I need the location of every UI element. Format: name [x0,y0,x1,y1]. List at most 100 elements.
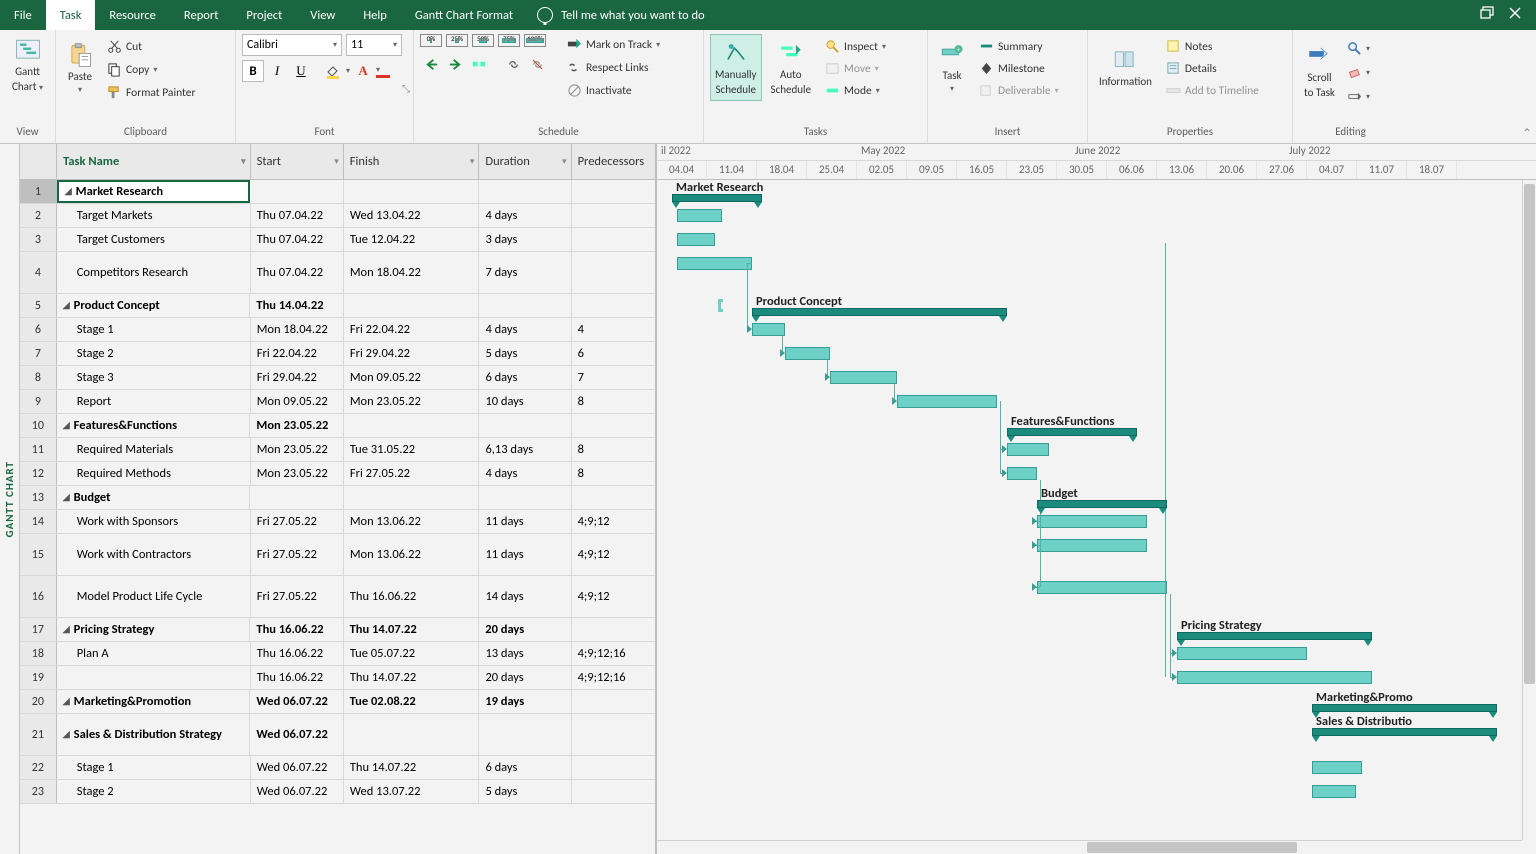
cell-finish[interactable]: Tue 12.04.22 [344,228,480,251]
cell-taskname[interactable]: ◢Budget [57,486,251,509]
cell-finish[interactable] [344,180,480,203]
cell-finish[interactable] [344,714,480,755]
cell-predecessors[interactable]: 4;9;12;16 [572,666,655,689]
cell-start[interactable]: Wed 06.07.22 [251,780,344,803]
cell-duration[interactable]: 6,13 days [479,438,571,461]
table-row[interactable]: 3Target CustomersThu 07.04.22Tue 12.04.2… [20,228,655,252]
cell-finish[interactable]: Wed 13.04.22 [344,204,480,227]
table-row[interactable]: 10◢Features&FunctionsMon 23.05.22 [20,414,655,438]
table-row[interactable]: 2Target MarketsThu 07.04.22Wed 13.04.224… [20,204,655,228]
cell-taskname[interactable]: Work with Sponsors [57,510,251,533]
font-name-select[interactable]: Calibri▾ [242,34,342,56]
percent-0%[interactable]: 0% [420,34,442,47]
cell-start[interactable]: Wed 06.07.22 [250,690,343,713]
row-number[interactable]: 13 [20,486,57,509]
cell-taskname[interactable]: Model Product Life Cycle [57,576,251,617]
table-row[interactable]: 11Required MaterialsMon 23.05.22Tue 31.0… [20,438,655,462]
task-bar[interactable] [1177,671,1372,684]
tab-report[interactable]: Report [170,0,233,30]
cell-start[interactable]: Fri 27.05.22 [251,576,344,617]
task-bar[interactable] [897,395,997,408]
gantt-scroll-h[interactable] [657,840,1522,854]
cell-taskname[interactable]: ◢Features&Functions [57,414,251,437]
row-number[interactable]: 18 [20,642,57,665]
cell-finish[interactable] [344,294,480,317]
cell-duration[interactable]: 6 days [479,366,571,389]
cut-button[interactable]: Cut [102,36,200,57]
cell-start[interactable]: Mon 23.05.22 [251,438,344,461]
cell-start[interactable]: Mon 23.05.22 [251,462,344,485]
row-number[interactable]: 15 [20,534,57,575]
percent-50%[interactable]: 50% [472,34,494,47]
task-bar[interactable] [1007,467,1037,480]
outdent-button[interactable] [420,53,442,75]
row-number[interactable]: 14 [20,510,57,533]
cell-taskname[interactable]: Required Methods [57,462,251,485]
cell-duration[interactable] [479,414,571,437]
cell-start[interactable]: Thu 07.04.22 [251,204,344,227]
cell-taskname[interactable]: Plan A [57,642,251,665]
tell-me[interactable]: Tell me what you want to do [537,7,705,23]
cell-duration[interactable]: 20 days [479,666,571,689]
cell-taskname[interactable]: Competitors Research [57,252,251,293]
row-number[interactable]: 5 [20,294,57,317]
underline-button[interactable]: U [290,60,312,82]
cell-taskname[interactable]: Stage 2 [57,342,251,365]
cell-predecessors[interactable] [572,252,655,293]
milestone-button[interactable]: Milestone [974,58,1064,79]
cell-start[interactable]: Thu 16.06.22 [251,666,344,689]
bold-button[interactable]: B [242,60,264,82]
summary-bar[interactable] [752,308,1007,316]
italic-button[interactable]: I [266,60,288,82]
row-number[interactable]: 8 [20,366,57,389]
details-button[interactable]: Details [1161,58,1264,79]
cell-predecessors[interactable]: 4;9;12;16 [572,642,655,665]
rownum-header[interactable] [20,144,57,179]
respect-links-button[interactable]: Respect Links [562,57,665,78]
tab-help[interactable]: Help [349,0,400,30]
col-duration[interactable]: Duration▾ [479,144,571,179]
cell-finish[interactable]: Fri 29.04.22 [344,342,480,365]
cell-finish[interactable]: Mon 13.06.22 [344,534,480,575]
cell-duration[interactable]: 10 days [479,390,571,413]
cell-duration[interactable]: 5 days [479,780,571,803]
task-bar[interactable] [1312,785,1356,798]
table-row[interactable]: 6Stage 1Mon 18.04.22Fri 22.04.224 days4 [20,318,655,342]
gantt-chart-button[interactable]: Gantt Chart ▾ [6,34,49,96]
summary-button[interactable]: Summary [974,36,1064,57]
add-to-timeline-button[interactable]: Add to Timeline [1161,80,1264,101]
cell-duration[interactable]: 5 days [479,342,571,365]
inactivate-button[interactable]: Inactivate [562,80,665,101]
link-tasks-button[interactable] [502,53,524,75]
row-number[interactable]: 20 [20,690,57,713]
deliverable-button[interactable]: Deliverable ▾ [974,80,1064,101]
tab-task[interactable]: Task [46,0,96,30]
cell-finish[interactable]: Thu 14.07.22 [344,756,480,779]
cell-finish[interactable]: Mon 13.06.22 [344,510,480,533]
cell-predecessors[interactable]: 8 [572,390,655,413]
cell-start[interactable] [250,180,343,203]
font-color-button[interactable]: A [352,60,374,82]
cell-start[interactable]: Fri 29.04.22 [251,366,344,389]
close-icon[interactable] [1508,6,1522,24]
tab-project[interactable]: Project [232,0,296,30]
paste-button[interactable]: Paste ▾ [62,34,98,103]
cell-taskname[interactable]: ◢Marketing&Promotion [57,690,251,713]
task-bar[interactable] [677,257,752,270]
row-number[interactable]: 1 [20,180,57,203]
format-painter-button[interactable]: Format Painter [102,82,200,103]
cell-predecessors[interactable]: 8 [572,438,655,461]
split-task-button[interactable] [468,53,490,75]
fill-color-button[interactable] [322,60,344,82]
table-row[interactable]: 14Work with SponsorsFri 27.05.22Mon 13.0… [20,510,655,534]
table-row[interactable]: 4Competitors ResearchThu 07.04.22Mon 18.… [20,252,655,294]
gantt-bars-area[interactable]: Market ResearchProduct ConceptFeatures&F… [657,180,1536,854]
cell-start[interactable] [250,486,343,509]
cell-taskname[interactable]: Required Materials [57,438,251,461]
task-bar[interactable] [677,209,722,222]
cell-finish[interactable]: Tue 05.07.22 [344,642,480,665]
task-bar[interactable] [1037,581,1167,594]
cell-duration[interactable]: 4 days [479,204,571,227]
cell-start[interactable]: Fri 22.04.22 [251,342,344,365]
cell-taskname[interactable]: ◢Market Research [57,180,251,203]
